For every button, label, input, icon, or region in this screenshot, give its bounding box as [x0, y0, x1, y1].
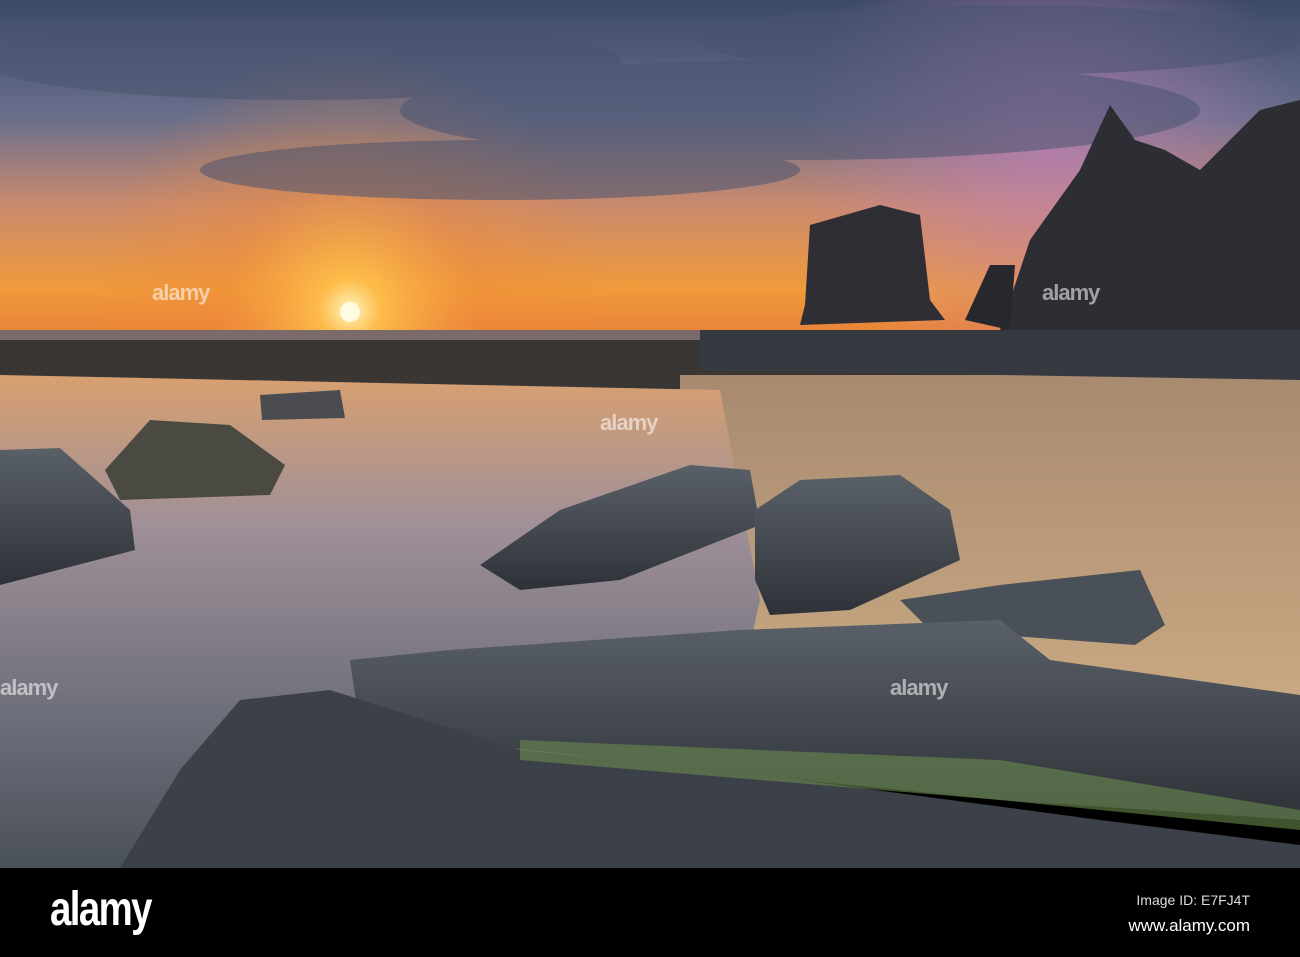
footer-bar: alamy Image ID: E7FJ4T www.alamy.com — [0, 868, 1300, 957]
watermark: alamy — [0, 675, 58, 700]
website-link[interactable]: www.alamy.com — [1128, 916, 1250, 936]
watermark: alamy — [1042, 280, 1100, 305]
alamy-logo: alamy — [50, 883, 152, 936]
image-id: Image ID: E7FJ4T — [1136, 892, 1250, 908]
watermark: alamy — [890, 675, 948, 700]
watermark: alamy — [600, 410, 658, 435]
watermark: alamy — [152, 280, 210, 305]
